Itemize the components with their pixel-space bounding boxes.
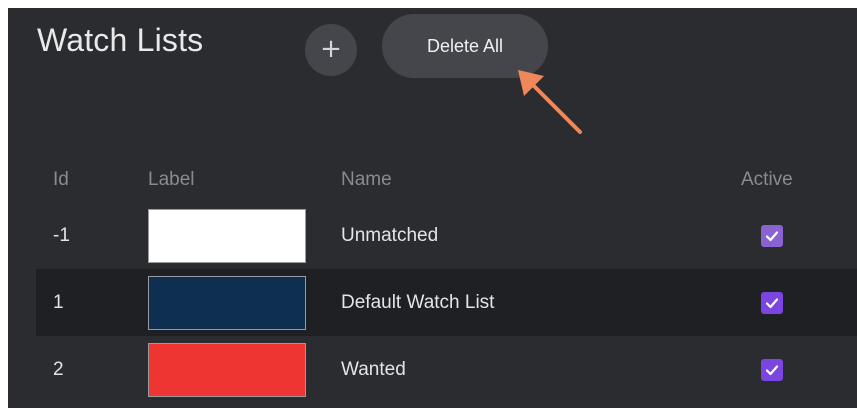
label-color-swatch[interactable] xyxy=(148,208,306,263)
row-id: -1 xyxy=(53,224,70,246)
column-header-label: Label xyxy=(148,169,195,190)
page-title: Watch Lists xyxy=(37,22,204,58)
add-watch-list-button[interactable]: + xyxy=(305,24,357,76)
row-id: 2 xyxy=(53,358,64,380)
table-header-row: Id Label Name Active xyxy=(36,158,857,202)
table-row[interactable]: 1 Default Watch List xyxy=(36,269,857,336)
row-name: Wanted xyxy=(341,358,406,380)
watch-lists-table: Id Label Name Active -1 Unmatched 1 Defa… xyxy=(36,158,857,403)
row-id: 1 xyxy=(53,291,64,313)
checkmark-icon xyxy=(765,297,779,308)
checkmark-icon xyxy=(765,364,779,375)
label-color-swatch[interactable] xyxy=(148,342,306,397)
row-name: Unmatched xyxy=(341,224,439,246)
watch-lists-panel: Watch Lists + Delete All Id Label Name A… xyxy=(8,8,857,408)
checkmark-icon xyxy=(765,230,779,241)
active-checkbox[interactable] xyxy=(761,224,783,247)
annotation-arrow-icon xyxy=(518,70,582,134)
column-header-id: Id xyxy=(53,169,69,190)
active-checkbox[interactable] xyxy=(761,358,783,381)
column-header-active: Active xyxy=(741,169,793,190)
label-color-swatch[interactable] xyxy=(148,275,306,330)
row-name: Default Watch List xyxy=(341,291,495,313)
table-row[interactable]: 2 Wanted xyxy=(36,336,857,403)
column-header-name: Name xyxy=(341,169,392,190)
table-row[interactable]: -1 Unmatched xyxy=(36,202,857,269)
active-checkbox[interactable] xyxy=(761,291,783,314)
